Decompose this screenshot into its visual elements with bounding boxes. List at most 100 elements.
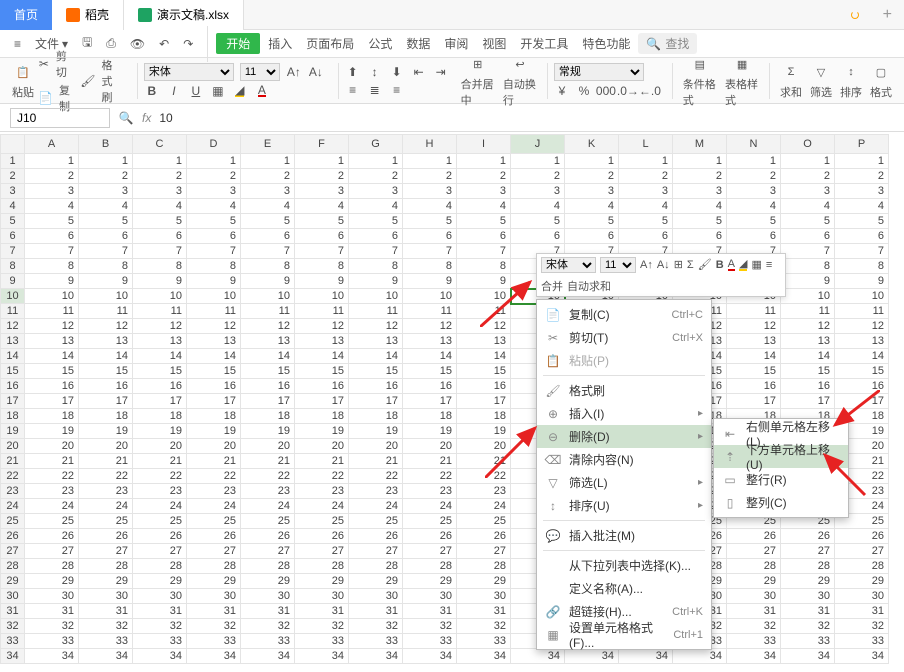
cell[interactable]: 22 xyxy=(187,469,241,484)
cell[interactable]: 7 xyxy=(187,244,241,259)
cell[interactable]: 17 xyxy=(781,394,835,409)
row-header-27[interactable]: 27 xyxy=(1,544,25,559)
cell[interactable]: 34 xyxy=(349,649,403,664)
cut-icon[interactable]: ✂ xyxy=(38,56,50,72)
cell[interactable]: 16 xyxy=(835,379,889,394)
row-header-17[interactable]: 17 xyxy=(1,394,25,409)
cell[interactable]: 29 xyxy=(835,574,889,589)
cell[interactable]: 6 xyxy=(781,229,835,244)
row-header-1[interactable]: 1 xyxy=(1,154,25,169)
mini-border[interactable]: ▦ xyxy=(751,258,761,271)
cell[interactable]: 2 xyxy=(619,169,673,184)
row-header-25[interactable]: 25 xyxy=(1,514,25,529)
cell[interactable]: 27 xyxy=(295,544,349,559)
cell[interactable]: 29 xyxy=(781,574,835,589)
cell[interactable]: 16 xyxy=(295,379,349,394)
cell[interactable]: 2 xyxy=(781,169,835,184)
cell[interactable]: 14 xyxy=(835,349,889,364)
cell[interactable]: 8 xyxy=(187,259,241,274)
mini-merge-label[interactable]: 合并 xyxy=(541,278,563,294)
cell[interactable]: 27 xyxy=(25,544,79,559)
menu-data[interactable]: 数据 xyxy=(400,32,436,55)
cell[interactable]: 28 xyxy=(187,559,241,574)
cell[interactable]: 34 xyxy=(187,649,241,664)
cell[interactable]: 29 xyxy=(187,574,241,589)
cell[interactable]: 23 xyxy=(295,484,349,499)
cell[interactable]: 3 xyxy=(403,184,457,199)
cell[interactable]: 17 xyxy=(187,394,241,409)
cell[interactable]: 15 xyxy=(781,364,835,379)
row-header-18[interactable]: 18 xyxy=(1,409,25,424)
cell[interactable]: 32 xyxy=(241,619,295,634)
row-header-8[interactable]: 8 xyxy=(1,259,25,274)
cell[interactable]: 9 xyxy=(295,274,349,289)
cell[interactable]: 29 xyxy=(403,574,457,589)
cell[interactable]: 6 xyxy=(673,229,727,244)
cell[interactable]: 26 xyxy=(457,529,511,544)
cm-comment[interactable]: 💬插入批注(M) xyxy=(537,524,711,547)
cell[interactable]: 25 xyxy=(403,514,457,529)
col-header-K[interactable]: K xyxy=(565,135,619,154)
cell[interactable]: 15 xyxy=(187,364,241,379)
cell[interactable]: 12 xyxy=(457,319,511,334)
cell[interactable]: 14 xyxy=(241,349,295,364)
qa-redo[interactable]: ↷ xyxy=(177,34,199,54)
formatpainter-icon[interactable]: 🖌 xyxy=(80,73,95,89)
mini-size-select[interactable]: 11 xyxy=(600,257,636,273)
cell[interactable]: 1 xyxy=(619,154,673,169)
cell[interactable]: 25 xyxy=(133,514,187,529)
cm-cut[interactable]: ✂剪切(T)Ctrl+X xyxy=(537,326,711,349)
cell[interactable]: 13 xyxy=(25,334,79,349)
col-header-O[interactable]: O xyxy=(781,135,835,154)
cell[interactable]: 26 xyxy=(187,529,241,544)
cell[interactable]: 5 xyxy=(79,214,133,229)
cell[interactable]: 21 xyxy=(241,454,295,469)
format-button[interactable]: ▢格式 xyxy=(866,61,896,100)
cell[interactable]: 3 xyxy=(727,184,781,199)
cell[interactable]: 10 xyxy=(781,289,835,304)
cell[interactable]: 2 xyxy=(241,169,295,184)
cm-sort[interactable]: ↕排序(U)▸ xyxy=(537,494,711,517)
row-header-13[interactable]: 13 xyxy=(1,334,25,349)
cell[interactable]: 7 xyxy=(79,244,133,259)
cell[interactable]: 25 xyxy=(187,514,241,529)
cell[interactable]: 15 xyxy=(133,364,187,379)
cell[interactable]: 10 xyxy=(403,289,457,304)
menu-dev[interactable]: 开发工具 xyxy=(514,32,574,55)
cell[interactable]: 17 xyxy=(727,394,781,409)
cell[interactable]: 28 xyxy=(727,559,781,574)
menu-formula[interactable]: 公式 xyxy=(362,32,398,55)
cell[interactable]: 25 xyxy=(457,514,511,529)
qa-print[interactable]: ⎙ xyxy=(100,33,122,54)
cell[interactable]: 4 xyxy=(295,199,349,214)
cell[interactable]: 10 xyxy=(133,289,187,304)
cell[interactable]: 30 xyxy=(25,589,79,604)
cell[interactable]: 5 xyxy=(565,214,619,229)
cell[interactable]: 12 xyxy=(241,319,295,334)
row-header-15[interactable]: 15 xyxy=(1,364,25,379)
cell[interactable]: 33 xyxy=(25,634,79,649)
cell[interactable]: 20 xyxy=(403,439,457,454)
cell[interactable]: 27 xyxy=(79,544,133,559)
cell[interactable]: 25 xyxy=(295,514,349,529)
cell[interactable]: 34 xyxy=(295,649,349,664)
cm-item[interactable]: 从下拉列表中选择(K)... xyxy=(537,554,711,577)
cell[interactable]: 5 xyxy=(25,214,79,229)
col-header-J[interactable]: J xyxy=(511,135,565,154)
cell[interactable]: 24 xyxy=(403,499,457,514)
cell[interactable]: 32 xyxy=(457,619,511,634)
align-top-icon[interactable]: ⬆ xyxy=(345,64,361,80)
cell[interactable]: 21 xyxy=(349,454,403,469)
row-header-3[interactable]: 3 xyxy=(1,184,25,199)
row-header-4[interactable]: 4 xyxy=(1,199,25,214)
cell[interactable]: 2 xyxy=(187,169,241,184)
cell[interactable]: 19 xyxy=(403,424,457,439)
cell[interactable]: 19 xyxy=(241,424,295,439)
cell[interactable]: 3 xyxy=(349,184,403,199)
cell[interactable]: 22 xyxy=(349,469,403,484)
cm-paste[interactable]: 📋粘贴(P) xyxy=(537,349,711,372)
cell[interactable]: 19 xyxy=(25,424,79,439)
cell[interactable]: 24 xyxy=(25,499,79,514)
cell[interactable]: 19 xyxy=(349,424,403,439)
cell[interactable]: 22 xyxy=(79,469,133,484)
